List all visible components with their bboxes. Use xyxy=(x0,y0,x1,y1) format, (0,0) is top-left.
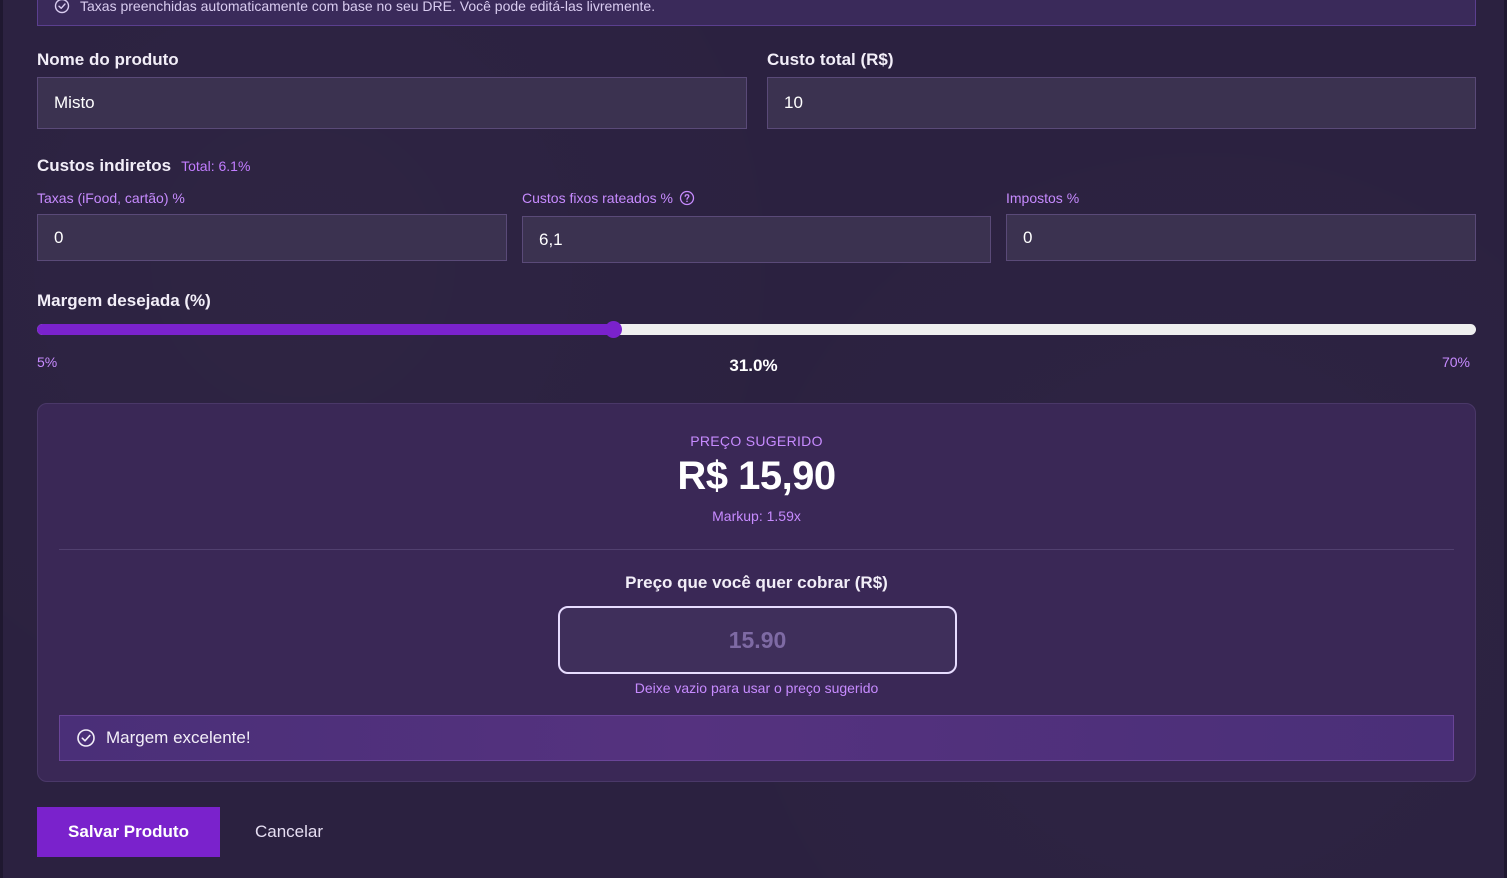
total-cost-input[interactable]: 10 xyxy=(767,77,1476,129)
charge-price-label: Preço que você quer cobrar (R$) xyxy=(625,573,888,592)
margin-value: 31.0% xyxy=(729,356,778,375)
suggested-price-label: PREÇO SUGERIDO xyxy=(690,433,823,449)
price-result-card: PREÇO SUGERIDO R$ 15,90 Markup: 1.59x Pr… xyxy=(37,403,1476,782)
auto-fill-banner: Taxas preenchidas automaticamente com ba… xyxy=(37,0,1476,26)
indirect-costs-title: Custos indiretos xyxy=(37,156,172,175)
charge-price-input[interactable]: 15.90 xyxy=(558,606,957,674)
question-circle-icon[interactable] xyxy=(679,190,695,206)
fixed-costs-input[interactable]: 6,1 xyxy=(522,216,991,263)
margin-slider-fill xyxy=(37,324,613,335)
markup-value: Markup: 1.59x xyxy=(712,508,801,524)
product-form-page: Taxas preenchidas automaticamente com ba… xyxy=(0,0,1507,878)
margin-status-text: Margem excelente! xyxy=(106,728,251,747)
check-circle-icon xyxy=(76,728,96,748)
save-product-button[interactable]: Salvar Produto xyxy=(37,807,220,857)
fixed-costs-label-row: Custos fixos rateados % xyxy=(522,190,695,206)
margin-slider[interactable] xyxy=(37,321,1476,338)
banner-text: Taxas preenchidas automaticamente com ba… xyxy=(80,0,656,14)
check-circle-icon xyxy=(54,0,70,14)
fees-input[interactable]: 0 xyxy=(37,214,507,261)
indirect-costs-total: Total: 6.1% xyxy=(181,158,251,174)
card-divider xyxy=(59,549,1454,550)
cancel-button[interactable]: Cancelar xyxy=(239,807,339,857)
total-cost-label: Custo total (R$) xyxy=(767,50,894,69)
product-name-input[interactable]: Misto xyxy=(37,77,747,129)
margin-max-label: 70% xyxy=(1441,354,1470,370)
suggested-price: R$ 15,90 xyxy=(677,454,836,498)
margin-label: Margem desejada (%) xyxy=(37,291,211,310)
charge-price-help: Deixe vazio para usar o preço sugerido xyxy=(634,680,879,696)
fixed-costs-label: Custos fixos rateados % xyxy=(522,190,673,206)
taxes-label: Impostos % xyxy=(1006,190,1080,206)
margin-status-bar: Margem excelente! xyxy=(59,715,1454,761)
fees-label: Taxas (iFood, cartão) % xyxy=(37,190,185,206)
indirect-costs-heading: Custos indiretos Total: 6.1% xyxy=(37,156,250,176)
taxes-input[interactable]: 0 xyxy=(1006,214,1476,261)
margin-slider-thumb[interactable] xyxy=(604,321,622,338)
product-name-label: Nome do produto xyxy=(37,50,179,69)
